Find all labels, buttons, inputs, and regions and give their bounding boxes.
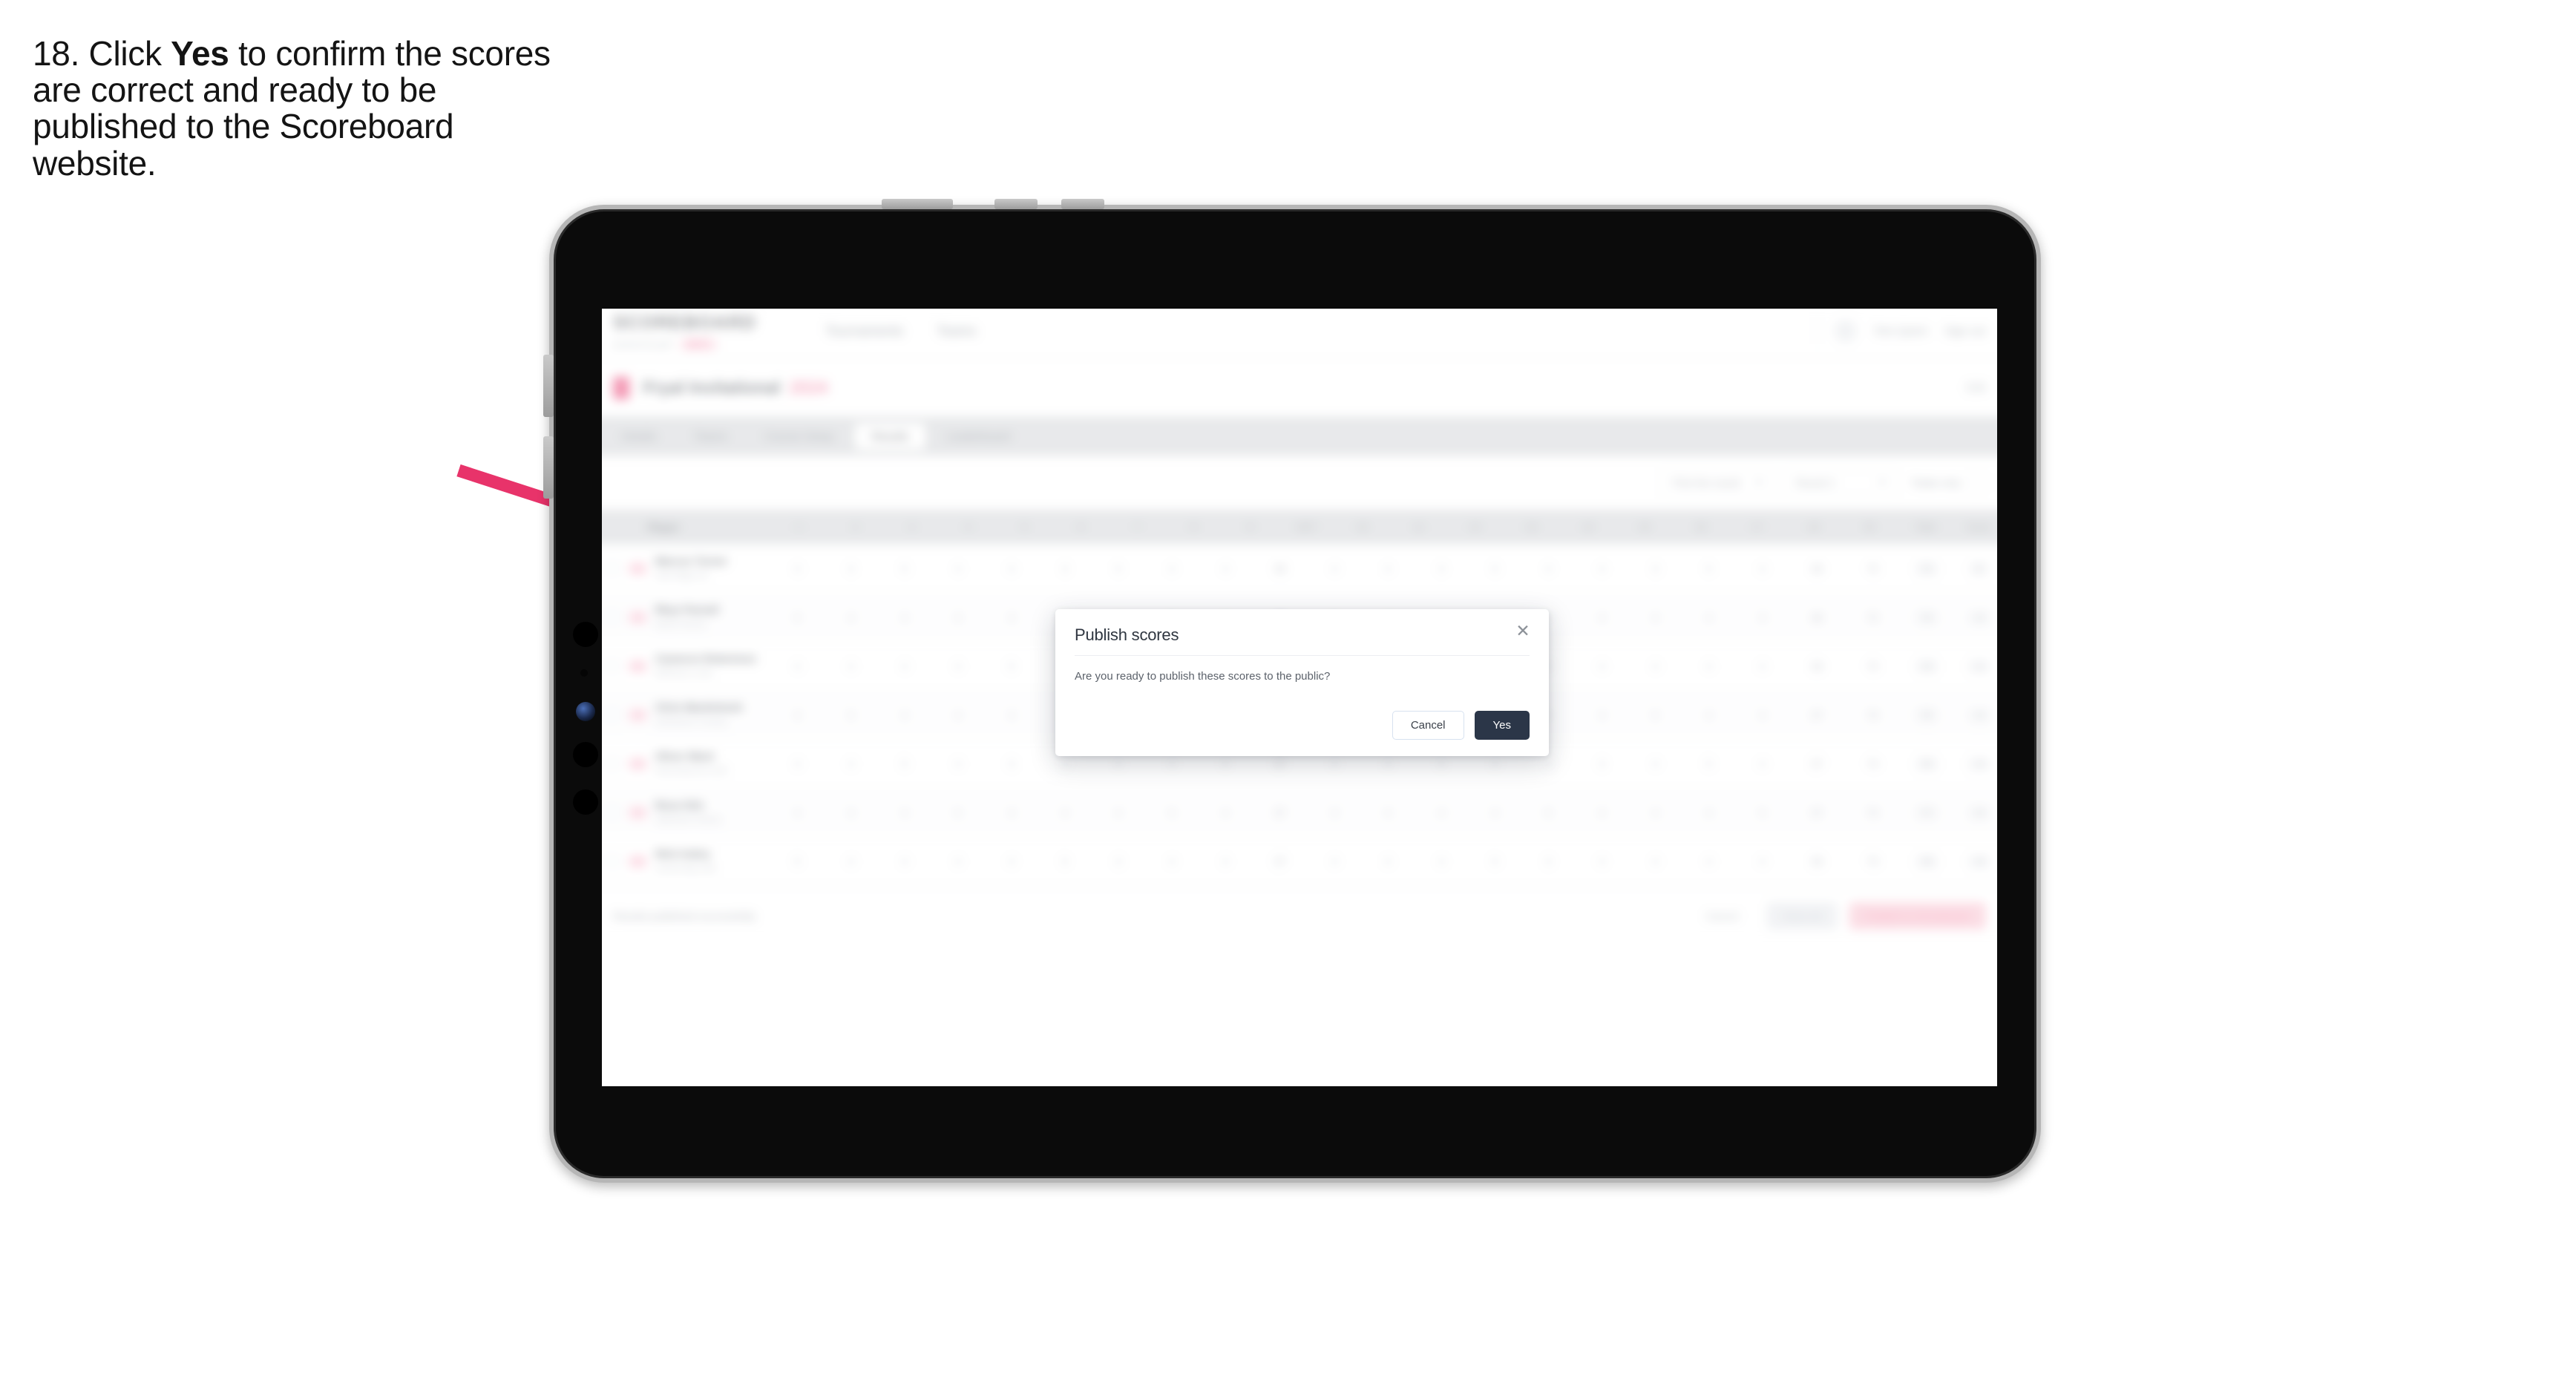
close-icon[interactable]: ✕ <box>1513 621 1533 640</box>
volume-button[interactable] <box>882 199 953 209</box>
dialog-actions: Cancel Yes <box>1392 711 1530 740</box>
camera-lens-icon <box>576 702 595 721</box>
dialog-title: Publish scores <box>1075 625 1179 644</box>
side-button-upper[interactable] <box>543 355 554 417</box>
dialog-divider <box>1075 655 1530 656</box>
dialog-message: Are you ready to publish these scores to… <box>1075 670 1331 683</box>
secondary-button[interactable] <box>1061 199 1104 209</box>
camera-icon <box>573 789 598 815</box>
side-button-lower[interactable] <box>543 436 554 499</box>
camera-icon <box>573 742 598 767</box>
caption-prefix: 18. Click <box>33 34 171 73</box>
sensor-icon <box>580 669 588 677</box>
instruction-caption: 18. Click Yes to confirm the scores are … <box>33 34 567 182</box>
tablet-screen: SCOREBOARD powered by golf BETA Tourname… <box>602 309 1997 1086</box>
camera-icon <box>573 622 598 647</box>
tablet-device: SCOREBOARD powered by golf BETA Tourname… <box>543 199 2041 1183</box>
power-button[interactable] <box>994 199 1038 209</box>
yes-button[interactable]: Yes <box>1474 711 1530 740</box>
publish-scores-dialog: Publish scores ✕ Are you ready to publis… <box>1055 609 1549 756</box>
dialog-header: Publish scores ✕ <box>1055 609 1549 645</box>
cancel-button[interactable]: Cancel <box>1392 711 1464 740</box>
caption-emphasis: Yes <box>171 34 229 73</box>
